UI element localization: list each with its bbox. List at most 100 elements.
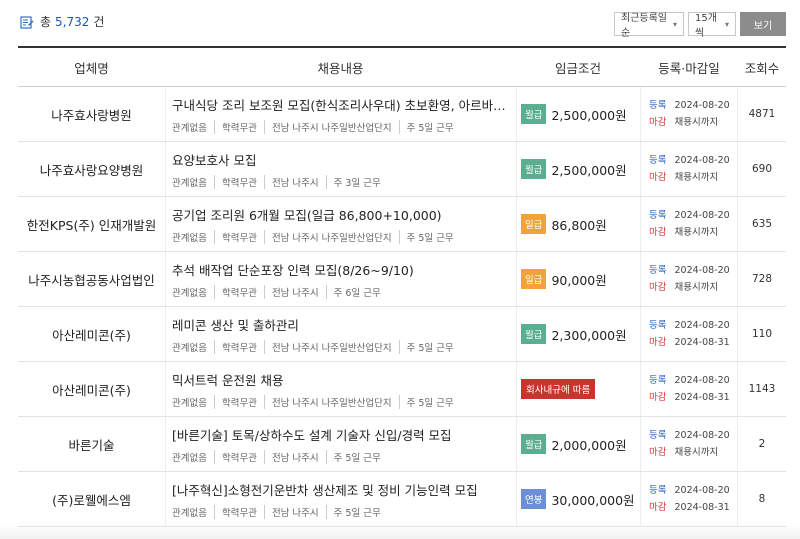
deadline-label: 마감 <box>649 392 667 403</box>
deadline-label: 마감 <box>649 117 667 128</box>
deadline-date: 2024-08-31 <box>674 337 730 348</box>
header-company: 업체명 <box>74 60 109 76</box>
table-row[interactable]: 나주효사랑병원 구내식당 조리 보조원 모집(한식조리사우대) 초보환영, 아르… <box>18 87 786 142</box>
job-meta: 관계없음 학력무관 전남 나주시 나주일반산업단지 주 5일 근무 <box>172 394 454 409</box>
sort-select[interactable]: 최근등록일순 ▾ <box>614 12 684 39</box>
company-name[interactable]: 한전KPS(주) 인재개발원 <box>18 197 165 251</box>
registered-label: 등록 <box>649 430 667 441</box>
job-title-link[interactable]: 구내식당 조리 보조원 모집(한식조리사우대) 초보환영, 아르바이트… <box>172 95 512 114</box>
registered-label: 등록 <box>649 210 667 221</box>
wage-cell: 회사내규에 따름 <box>516 362 640 416</box>
header-content: 채용내용 <box>317 60 364 76</box>
meta-item: 주 5일 근무 <box>398 119 454 134</box>
wage-amount: 2,500,000원 <box>551 162 627 178</box>
job-meta: 관계없음 학력무관 전남 나주시 주 5일 근무 <box>172 504 381 519</box>
wage-cell: 월급 2,000,000원 <box>516 417 640 471</box>
page-size-select[interactable]: 15개씩 ▾ <box>688 12 736 39</box>
view-button[interactable]: 보기 <box>740 12 786 36</box>
meta-item: 관계없음 <box>172 397 207 409</box>
job-title-link[interactable]: [나주혁신]소형전기운반차 생산제조 및 정비 기능인력 모집 <box>172 480 512 499</box>
wage-amount: 30,000,000원 <box>551 492 635 508</box>
meta-item: 전남 나주시 <box>263 504 319 519</box>
company-name[interactable]: 아산레미콘(주) <box>18 307 165 361</box>
meta-item: 관계없음 <box>172 122 207 134</box>
table-row[interactable]: 나주시농협공동사업법인 추석 배작업 단순포장 인력 모집(8/26~9/10)… <box>18 252 786 307</box>
deadline-date: 채용시까지 <box>674 172 719 183</box>
meta-item: 전남 나주시 <box>263 284 319 299</box>
deadline-date: 채용시까지 <box>674 117 719 128</box>
wage-amount: 86,800원 <box>551 217 607 233</box>
table-row[interactable]: (주)로웰에스엠 [나주혁신]소형전기운반차 생산제조 및 정비 기능인력 모집… <box>18 472 786 527</box>
chevron-down-icon: ▾ <box>724 19 729 29</box>
job-meta: 관계없음 학력무관 전남 나주시 주 3일 근무 <box>172 174 381 189</box>
company-name[interactable]: 나주효사랑병원 <box>18 87 165 141</box>
company-name[interactable]: 나주시농협공동사업법인 <box>18 252 165 306</box>
meta-item: 관계없음 <box>172 177 207 189</box>
meta-item: 전남 나주시 나주일반산업단지 <box>263 119 392 134</box>
job-title-link[interactable]: 추석 배작업 단순포장 인력 모집(8/26~9/10) <box>172 260 512 279</box>
registered-date: 2024-08-20 <box>674 210 730 221</box>
dates-cell: 등록 2024-08-20 마감 2024-08-31 <box>640 472 738 526</box>
deadline-date: 채용시까지 <box>674 282 719 293</box>
job-title-link[interactable]: 믹서트럭 운전원 채용 <box>172 370 512 389</box>
registered-label: 등록 <box>649 485 667 496</box>
total-number: 5,732 <box>55 14 90 29</box>
job-title-link[interactable]: [바른기술] 토목/상하수도 설계 기술자 신입/경력 모집 <box>172 425 512 444</box>
registered-date: 2024-08-20 <box>674 320 730 331</box>
job-meta: 관계없음 학력무관 전남 나주시 나주일반산업단지 주 5일 근무 <box>172 119 454 134</box>
table-body: 나주효사랑병원 구내식당 조리 보조원 모집(한식조리사우대) 초보환영, 아르… <box>18 87 786 527</box>
table-row[interactable]: 아산레미콘(주) 레미콘 생산 및 출하관리 관계없음 학력무관 전남 나주시 나주… <box>18 307 786 362</box>
meta-item: 학력무관 <box>213 119 257 134</box>
meta-item: 학력무관 <box>213 504 257 519</box>
sort-select-value: 최근등록일순 <box>621 13 667 39</box>
job-title-link[interactable]: 레미콘 생산 및 출하관리 <box>172 315 512 334</box>
wage-type-badge: 회사내규에 따름 <box>521 379 596 399</box>
dates-cell: 등록 2024-08-20 마감 채용시까지 <box>640 197 738 251</box>
table-row[interactable]: 바른기술 [바른기술] 토목/상하수도 설계 기술자 신입/경력 모집 관계없음… <box>18 417 786 472</box>
registered-date: 2024-08-20 <box>674 485 730 496</box>
table-header: 업체명 채용내용 임금조건 등록·마감일 조회수 <box>18 48 786 87</box>
job-meta: 관계없음 학력무관 전남 나주시 주 5일 근무 <box>172 449 381 464</box>
dates-cell: 등록 2024-08-20 마감 채용시까지 <box>640 142 738 196</box>
wage-amount: 90,000원 <box>551 272 607 288</box>
company-name[interactable]: (주)로웰에스엠 <box>18 472 165 526</box>
meta-item: 관계없음 <box>172 452 207 464</box>
table-row[interactable]: 한전KPS(주) 인재개발원 공기업 조리원 6개월 모집(일급 86,800+… <box>18 197 786 252</box>
company-name[interactable]: 나주효사랑요양병원 <box>18 142 165 196</box>
view-count: 1143 <box>748 383 776 395</box>
deadline-date: 채용시까지 <box>674 447 719 458</box>
wage-type-badge: 월급 <box>521 159 547 179</box>
meta-item: 주 5일 근무 <box>398 339 454 354</box>
wage-cell: 월급 2,500,000원 <box>516 142 640 196</box>
table-row[interactable]: 아산레미콘(주) 믹서트럭 운전원 채용 관계없음 학력무관 전남 나주시 나주일반… <box>18 362 786 417</box>
deadline-date: 채용시까지 <box>674 227 719 238</box>
meta-item: 전남 나주시 나주일반산업단지 <box>263 394 392 409</box>
wage-cell: 일급 90,000원 <box>516 252 640 306</box>
job-title-link[interactable]: 공기업 조리원 6개월 모집(일급 86,800+10,000) <box>172 205 512 224</box>
dates-cell: 등록 2024-08-20 마감 2024-08-31 <box>640 362 738 416</box>
wage-cell: 월급 2,300,000원 <box>516 307 640 361</box>
meta-item: 학력무관 <box>213 449 257 464</box>
view-count: 8 <box>758 493 766 505</box>
meta-item: 학력무관 <box>213 339 257 354</box>
table-row[interactable]: 나주효사랑요양병원 요양보호사 모집 관계없음 학력무관 전남 나주시 주 3일 근무… <box>18 142 786 197</box>
total-prefix: 총 <box>40 15 52 29</box>
scroll-fade <box>0 525 800 539</box>
company-name[interactable]: 아산레미콘(주) <box>18 362 165 416</box>
deadline-label: 마감 <box>649 227 667 238</box>
header-views: 조회수 <box>744 60 780 76</box>
header-wage: 임금조건 <box>554 60 601 76</box>
meta-item: 주 5일 근무 <box>325 449 381 464</box>
meta-item: 학력무관 <box>213 229 257 244</box>
meta-item: 주 6일 근무 <box>325 284 381 299</box>
job-title-link[interactable]: 요양보호사 모집 <box>172 150 512 169</box>
page-size-value: 15개씩 <box>695 13 717 39</box>
company-name[interactable]: 바른기술 <box>18 417 165 471</box>
meta-item: 학력무관 <box>213 394 257 409</box>
job-content: 추석 배작업 단순포장 인력 모집(8/26~9/10) 관계없음 학력무관 전남 … <box>165 252 516 306</box>
job-meta: 관계없음 학력무관 전남 나주시 나주일반산업단지 주 5일 근무 <box>172 339 454 354</box>
job-meta: 관계없음 학력무관 전남 나주시 주 6일 근무 <box>172 284 381 299</box>
meta-item: 관계없음 <box>172 507 207 519</box>
meta-item: 학력무관 <box>213 174 257 189</box>
meta-item: 관계없음 <box>172 232 207 244</box>
